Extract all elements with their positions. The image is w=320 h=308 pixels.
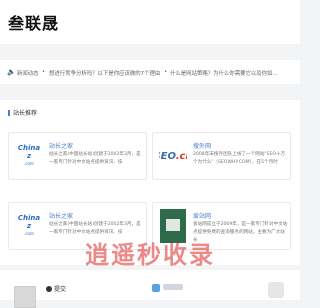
card-title[interactable]: 搜外网 [193, 141, 211, 150]
submit-icon [46, 286, 52, 292]
image-placeholder-icon [14, 286, 36, 308]
site-card[interactable]: SEO.cn 搜外网 2008年末搜外团队上线了一个网站"SEO十万个为什么"（… [152, 132, 291, 180]
title-marker-icon [8, 110, 10, 116]
news-label: 新闻动态 [17, 71, 39, 77]
site-thumbnail: China z .com [15, 139, 43, 173]
site-header: 叁联晟 [0, 0, 300, 44]
section-title: 站长推荐 [8, 108, 37, 117]
thumb-logo-sub: .com [24, 161, 34, 166]
thumb-logo-text: China z [17, 214, 41, 230]
bullet-icon: • [164, 69, 168, 75]
thumb-logo-text: SEO [159, 150, 176, 162]
close-icon[interactable] [268, 282, 284, 298]
site-card[interactable]: China z .com 站长之家 站长之家(中国站长站)创建于2002年3月，是… [8, 132, 147, 180]
bullet-icon: • [42, 69, 46, 75]
card-description: 站长之家(中国站长站)创建于2002年3月，是一家专门针对中文站点提供资讯、技 [49, 222, 141, 235]
badge-icon [163, 284, 183, 290]
thumb-logo-text: China z [17, 144, 41, 160]
news-item[interactable]: 想进行竞争分析吗？以下是你应该做的7个理由 [49, 69, 160, 77]
site-thumbnail: China z .com [15, 209, 43, 243]
submit-label: 提交 [54, 286, 67, 293]
card-description: 站长之家(中国站长站)创建于2002年3月，是一家专门针对中文站点提供资讯、技 [49, 152, 141, 165]
app-icon[interactable] [152, 284, 160, 292]
card-description: 爱站网成立于2009年，是一家专门针对中文站点提供免费的查询服务的网站，主要为广… [193, 222, 288, 243]
site-thumbnail: SEO.cn [159, 139, 187, 173]
site-thumbnail [159, 209, 187, 243]
book-icon [160, 209, 186, 243]
submit-button[interactable]: 提交 [46, 284, 66, 293]
news-item[interactable]: 什么是网站策略？为什么你需要它以及你如... [170, 69, 278, 77]
site-card[interactable]: 爱站网 爱站网成立于2009年，是一家专门针对中文站点提供免费的查询服务的网站，… [152, 202, 291, 250]
site-logo[interactable]: 叁联晟 [8, 10, 59, 34]
news-ticker: 🔈 新闻动态 • 想进行竞争分析吗？以下是你应该做的7个理由 • 什么是网站策略… [0, 60, 300, 84]
thumb-logo-accent: .cn [175, 150, 187, 162]
card-description: 2008年末搜外团队上线了一个网站"SEO十万个为什么"（SEOWHY.COM）… [193, 152, 286, 165]
section-title-text: 站长推荐 [13, 110, 38, 117]
bottom-bar: 提交 [0, 270, 300, 308]
speaker-icon: 🔈 [7, 68, 16, 76]
card-title[interactable]: 站长之家 [49, 211, 73, 220]
card-title[interactable]: 站长之家 [49, 141, 73, 150]
recommend-section: 站长推荐 China z .com 站长之家 站长之家(中国站长站)创建于2002… [0, 100, 300, 265]
card-title[interactable]: 爱站网 [193, 211, 211, 220]
site-card[interactable]: China z .com 站长之家 站长之家(中国站长站)创建于2002年3月，是… [8, 202, 147, 250]
thumb-logo-sub: .com [24, 231, 34, 236]
